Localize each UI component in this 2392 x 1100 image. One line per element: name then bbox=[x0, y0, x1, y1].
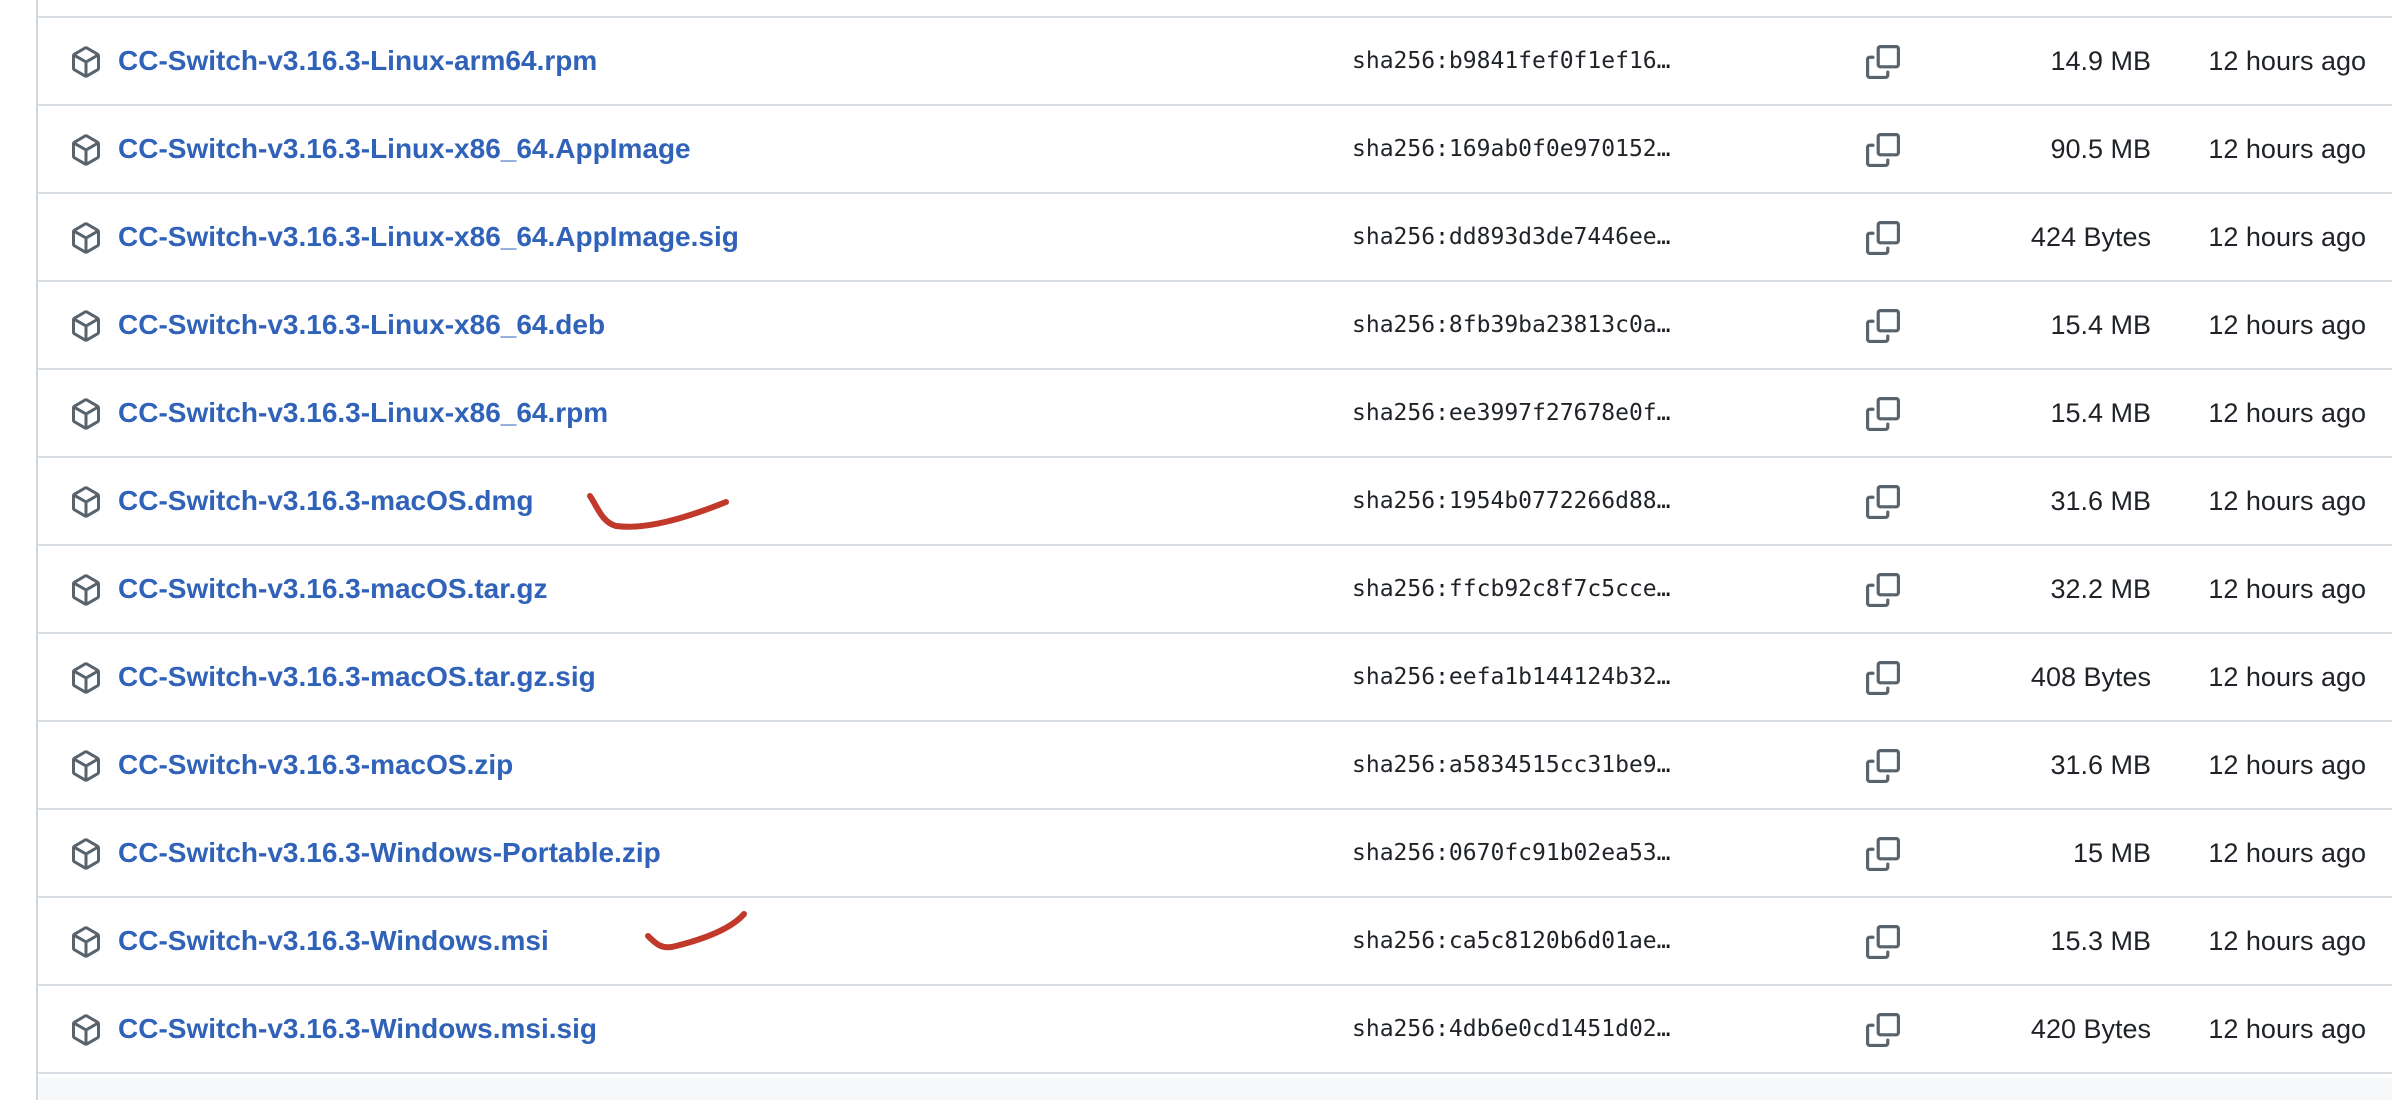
package-icon bbox=[70, 134, 102, 166]
asset-sha256-digest: sha256:eefa1b144124b32b7e6a126901… bbox=[1352, 664, 1682, 690]
package-icon bbox=[70, 398, 102, 430]
asset-download-link[interactable]: CC-Switch-v3.16.3-macOS.zip bbox=[118, 722, 513, 808]
asset-row: CC-Switch-v3.16.3-macOS.tar.gz sha256:ff… bbox=[38, 546, 2392, 634]
asset-sha256-digest: sha256:1954b0772266d88c820d78dcd5… bbox=[1352, 488, 1682, 514]
package-icon bbox=[70, 1014, 102, 1046]
package-icon bbox=[70, 222, 102, 254]
assets-list-footer bbox=[38, 1078, 2392, 1100]
asset-download-link[interactable]: CC-Switch-v3.16.3-macOS.tar.gz.sig bbox=[118, 634, 596, 720]
asset-row: CC-Switch-v3.16.3-Windows.msi.sig sha256… bbox=[38, 986, 2392, 1074]
asset-file-size: 31.6 MB bbox=[2050, 750, 2151, 780]
asset-download-link[interactable]: CC-Switch-v3.16.3-Linux-arm64.rpm bbox=[118, 18, 597, 104]
asset-row: CC-Switch-v3.16.3-macOS.zip sha256:a5834… bbox=[38, 722, 2392, 810]
asset-sha256-digest: sha256:0670fc91b02ea530ebb1db334e… bbox=[1352, 840, 1682, 866]
asset-file-size: 15.3 MB bbox=[2050, 926, 2151, 956]
package-icon bbox=[70, 838, 102, 870]
asset-sha256-digest: sha256:4db6e0cd1451d02d7eb328f64e… bbox=[1352, 1016, 1682, 1042]
copy-icon[interactable] bbox=[1866, 133, 1900, 167]
copy-icon[interactable] bbox=[1866, 397, 1900, 431]
asset-file-size: 15.4 MB bbox=[2050, 398, 2151, 428]
asset-upload-time: 12 hours ago bbox=[2208, 574, 2366, 604]
asset-download-link[interactable]: CC-Switch-v3.16.3-Windows.msi bbox=[118, 898, 549, 984]
asset-file-size: 408 Bytes bbox=[2030, 662, 2151, 692]
asset-row: CC-Switch-v3.16.3-Linux-x86_64.AppImage … bbox=[38, 106, 2392, 194]
asset-upload-time: 12 hours ago bbox=[2208, 222, 2366, 252]
package-icon bbox=[70, 926, 102, 958]
asset-file-size: 32.2 MB bbox=[2050, 574, 2151, 604]
asset-download-link[interactable]: CC-Switch-v3.16.3-macOS.dmg bbox=[118, 458, 533, 544]
asset-row: CC-Switch-v3.16.3-Linux-arm64.rpm sha256… bbox=[38, 18, 2392, 106]
asset-row: CC-Switch-v3.16.3-Linux-x86_64.deb sha25… bbox=[38, 282, 2392, 370]
asset-sha256-digest: sha256:b9841fef0f1ef1627eb99b150d… bbox=[1352, 48, 1682, 74]
asset-upload-time: 12 hours ago bbox=[2208, 926, 2366, 956]
asset-row: CC-Switch-v3.16.3-Linux-x86_64.AppImage.… bbox=[38, 194, 2392, 282]
asset-upload-time: 12 hours ago bbox=[2208, 398, 2366, 428]
asset-sha256-digest: sha256:ee3997f27678e0fa5b5ac9f863… bbox=[1352, 400, 1682, 426]
asset-upload-time: 12 hours ago bbox=[2208, 134, 2366, 164]
asset-sha256-digest: sha256:8fb39ba23813c0a677202f0eff… bbox=[1352, 312, 1682, 338]
asset-download-link[interactable]: CC-Switch-v3.16.3-Linux-x86_64.deb bbox=[118, 282, 605, 368]
asset-sha256-digest: sha256:a5834515cc31be9c2cee109cdc… bbox=[1352, 752, 1682, 778]
asset-sha256-digest: sha256:169ab0f0e970152e855eb20856… bbox=[1352, 136, 1682, 162]
package-icon bbox=[70, 310, 102, 342]
copy-icon[interactable] bbox=[1866, 749, 1900, 783]
assets-list-top-edge bbox=[38, 0, 2392, 18]
package-icon bbox=[70, 662, 102, 694]
asset-row: CC-Switch-v3.16.3-Windows-Portable.zip s… bbox=[38, 810, 2392, 898]
asset-download-link[interactable]: CC-Switch-v3.16.3-macOS.tar.gz bbox=[118, 546, 547, 632]
copy-icon[interactable] bbox=[1866, 485, 1900, 519]
copy-icon[interactable] bbox=[1866, 837, 1900, 871]
asset-upload-time: 12 hours ago bbox=[2208, 662, 2366, 692]
asset-file-size: 420 Bytes bbox=[2030, 1014, 2151, 1044]
asset-file-size: 90.5 MB bbox=[2050, 134, 2151, 164]
copy-icon[interactable] bbox=[1866, 1013, 1900, 1047]
asset-upload-time: 12 hours ago bbox=[2208, 1014, 2366, 1044]
copy-icon[interactable] bbox=[1866, 661, 1900, 695]
asset-download-link[interactable]: CC-Switch-v3.16.3-Windows-Portable.zip bbox=[118, 810, 661, 896]
asset-sha256-digest: sha256:ca5c8120b6d01aeb4d983edf75… bbox=[1352, 928, 1682, 954]
package-icon bbox=[70, 574, 102, 606]
asset-file-size: 15.4 MB bbox=[2050, 310, 2151, 340]
asset-file-size: 424 Bytes bbox=[2030, 222, 2151, 252]
asset-upload-time: 12 hours ago bbox=[2208, 838, 2366, 868]
package-icon bbox=[70, 46, 102, 78]
asset-file-size: 15 MB bbox=[2072, 838, 2151, 868]
copy-icon[interactable] bbox=[1866, 925, 1900, 959]
asset-row: CC-Switch-v3.16.3-macOS.dmg sha256:1954b… bbox=[38, 458, 2392, 546]
copy-icon[interactable] bbox=[1866, 573, 1900, 607]
asset-upload-time: 12 hours ago bbox=[2208, 310, 2366, 340]
asset-sha256-digest: sha256:dd893d3de7446eef60f30f63e9… bbox=[1352, 224, 1682, 250]
copy-icon[interactable] bbox=[1866, 221, 1900, 255]
asset-row: CC-Switch-v3.16.3-macOS.tar.gz.sig sha25… bbox=[38, 634, 2392, 722]
copy-icon[interactable] bbox=[1866, 45, 1900, 79]
copy-icon[interactable] bbox=[1866, 309, 1900, 343]
asset-file-size: 14.9 MB bbox=[2050, 46, 2151, 76]
package-icon bbox=[70, 486, 102, 518]
asset-download-link[interactable]: CC-Switch-v3.16.3-Linux-x86_64.AppImage.… bbox=[118, 194, 739, 280]
asset-upload-time: 12 hours ago bbox=[2208, 46, 2366, 76]
asset-sha256-digest: sha256:ffcb92c8f7c5cce5419ae9e4ab… bbox=[1352, 576, 1682, 602]
asset-upload-time: 12 hours ago bbox=[2208, 486, 2366, 516]
asset-upload-time: 12 hours ago bbox=[2208, 750, 2366, 780]
asset-row: CC-Switch-v3.16.3-Windows.msi sha256:ca5… bbox=[38, 898, 2392, 986]
asset-download-link[interactable]: CC-Switch-v3.16.3-Linux-x86_64.AppImage bbox=[118, 106, 691, 192]
package-icon bbox=[70, 750, 102, 782]
asset-file-size: 31.6 MB bbox=[2050, 486, 2151, 516]
asset-download-link[interactable]: CC-Switch-v3.16.3-Linux-x86_64.rpm bbox=[118, 370, 608, 456]
asset-row: CC-Switch-v3.16.3-Linux-x86_64.rpm sha25… bbox=[38, 370, 2392, 458]
release-assets-list: CC-Switch-v3.16.3-Linux-arm64.rpm sha256… bbox=[36, 0, 2392, 1100]
asset-download-link[interactable]: CC-Switch-v3.16.3-Windows.msi.sig bbox=[118, 986, 597, 1072]
